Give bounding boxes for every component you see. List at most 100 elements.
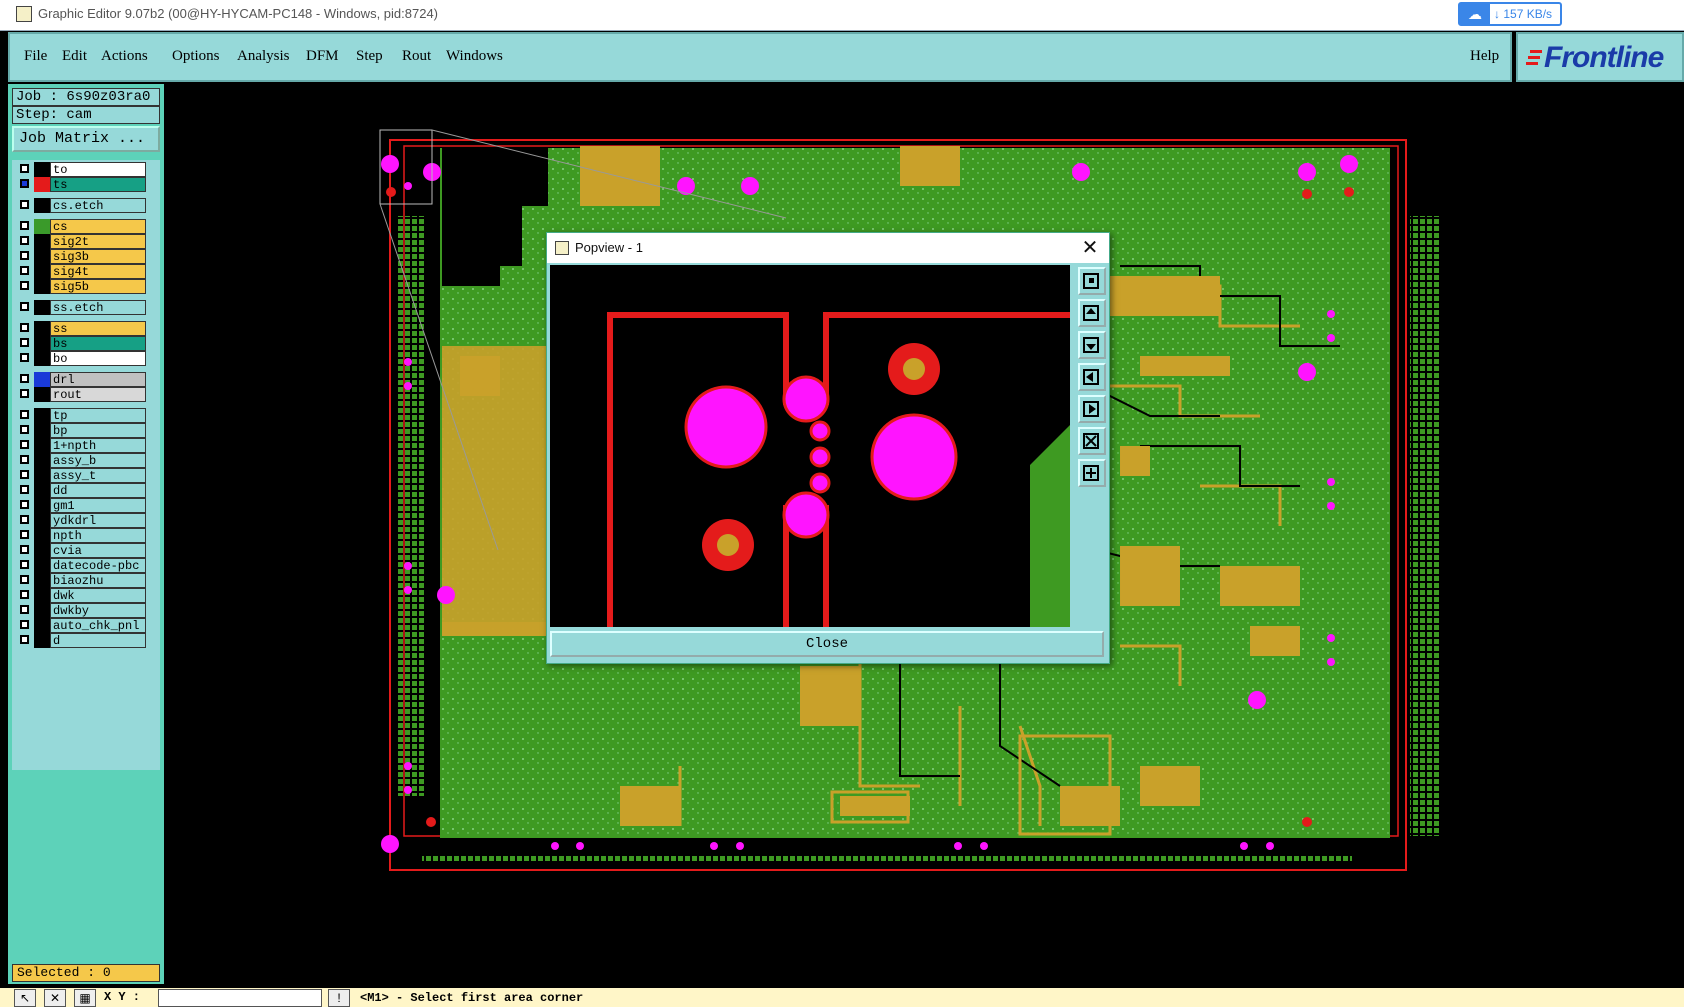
menu-rout[interactable]: Rout [402,48,431,65]
layer-checkbox[interactable] [20,620,29,629]
layer-color-swatch[interactable] [34,573,50,588]
layer-name[interactable]: dwk [50,588,146,603]
layer-checkbox[interactable] [20,266,29,275]
layer-row-dd[interactable]: dd [14,483,158,498]
menu-actions[interactable]: Actions [101,48,148,65]
layer-checkbox[interactable] [20,410,29,419]
menu-options[interactable]: Options [172,48,220,65]
layer-checkbox[interactable] [20,389,29,398]
layer-color-swatch[interactable] [34,483,50,498]
zoom-area-icon[interactable] [1078,459,1106,487]
layer-checkbox[interactable] [20,575,29,584]
snap-grid-icon[interactable]: ▦ [74,989,96,1007]
layer-name[interactable]: assy_b [50,453,146,468]
layer-row-sig4t[interactable]: sig4t [14,264,158,279]
layer-name[interactable]: cs.etch [50,198,146,213]
layer-checkbox[interactable] [20,236,29,245]
layer-name[interactable]: datecode-pbc [50,558,146,573]
layer-color-swatch[interactable] [34,351,50,366]
layer-row-ts[interactable]: ts [14,177,158,192]
menu-help[interactable]: Help [1470,48,1499,65]
layer-color-swatch[interactable] [34,438,50,453]
layer-checkbox[interactable] [20,560,29,569]
layer-color-swatch[interactable] [34,513,50,528]
layer-checkbox[interactable] [20,302,29,311]
layer-row-to[interactable]: to [14,162,158,177]
layer-name[interactable]: cvia [50,543,146,558]
layer-color-swatch[interactable] [34,387,50,402]
layer-checkbox[interactable] [20,530,29,539]
layer-name[interactable]: ts [50,177,146,192]
layer-color-swatch[interactable] [34,633,50,648]
layer-color-swatch[interactable] [34,468,50,483]
layer-name[interactable]: rout [50,387,146,402]
layer-row-sig2t[interactable]: sig2t [14,234,158,249]
layer-checkbox[interactable] [20,440,29,449]
layer-checkbox[interactable] [20,164,29,173]
menu-edit[interactable]: Edit [62,48,87,65]
zoom-home-icon[interactable] [1078,267,1106,295]
menu-windows[interactable]: Windows [446,48,503,65]
layer-color-swatch[interactable] [34,603,50,618]
info-icon[interactable]: ! [328,989,350,1007]
close-icon[interactable]: ✕ [1077,235,1103,261]
menu-file[interactable]: File [24,48,47,65]
layer-name[interactable]: drl [50,372,146,387]
layer-checkbox[interactable] [20,455,29,464]
layer-color-swatch[interactable] [34,321,50,336]
pan-right-icon[interactable] [1078,395,1106,423]
layer-name[interactable]: dwkby [50,603,146,618]
layer-checkbox[interactable] [20,635,29,644]
layer-name[interactable]: d [50,633,146,648]
layer-checkbox[interactable] [20,515,29,524]
layer-row-gm1[interactable]: gm1 [14,498,158,513]
layer-color-swatch[interactable] [34,453,50,468]
layer-row-dwk[interactable]: dwk [14,588,158,603]
layer-row-rout[interactable]: rout [14,387,158,402]
pan-up-icon[interactable] [1078,299,1106,327]
menu-analysis[interactable]: Analysis [237,48,290,65]
measure-icon[interactable]: ✕ [44,989,66,1007]
layer-checkbox[interactable] [20,353,29,362]
layer-checkbox[interactable] [20,590,29,599]
layer-name[interactable]: biaozhu [50,573,146,588]
layer-color-swatch[interactable] [34,423,50,438]
layer-name[interactable]: 1+npth [50,438,146,453]
layer-checkbox[interactable] [20,221,29,230]
pan-down-icon[interactable] [1078,331,1106,359]
popview-close-button[interactable]: Close [550,631,1104,657]
layer-row-auto_chk_pnl[interactable]: auto_chk_pnl [14,618,158,633]
layer-name[interactable]: sig3b [50,249,146,264]
layer-color-swatch[interactable] [34,177,50,192]
select-arrow-icon[interactable]: ↖ [14,989,36,1007]
layer-checkbox[interactable] [20,374,29,383]
layer-row-d[interactable]: d [14,633,158,648]
popview-zoom-view[interactable] [550,265,1070,627]
layer-name[interactable]: bp [50,423,146,438]
layer-name[interactable]: gm1 [50,498,146,513]
layer-row-datecode-pbc[interactable]: datecode-pbc [14,558,158,573]
layer-color-swatch[interactable] [34,618,50,633]
layer-checkbox[interactable] [20,200,29,209]
layer-checkbox[interactable] [20,338,29,347]
layer-checkbox[interactable] [20,470,29,479]
layer-row-npth[interactable]: npth [14,528,158,543]
layer-name[interactable]: npth [50,528,146,543]
layer-name[interactable]: dd [50,483,146,498]
layer-row-biaozhu[interactable]: biaozhu [14,573,158,588]
layer-color-swatch[interactable] [34,198,50,213]
menu-dfm[interactable]: DFM [306,48,339,65]
layer-row-sig3b[interactable]: sig3b [14,249,158,264]
layer-row-1+npth[interactable]: 1+npth [14,438,158,453]
layer-name[interactable]: ss.etch [50,300,146,315]
layer-name[interactable]: bs [50,336,146,351]
layer-color-swatch[interactable] [34,279,50,294]
layer-row-tp[interactable]: tp [14,408,158,423]
layer-name[interactable]: to [50,162,146,177]
layer-color-swatch[interactable] [34,249,50,264]
layer-row-cvia[interactable]: cvia [14,543,158,558]
layer-checkbox[interactable] [20,179,29,188]
pan-left-icon[interactable] [1078,363,1106,391]
layer-row-dwkby[interactable]: dwkby [14,603,158,618]
layer-checkbox[interactable] [20,425,29,434]
